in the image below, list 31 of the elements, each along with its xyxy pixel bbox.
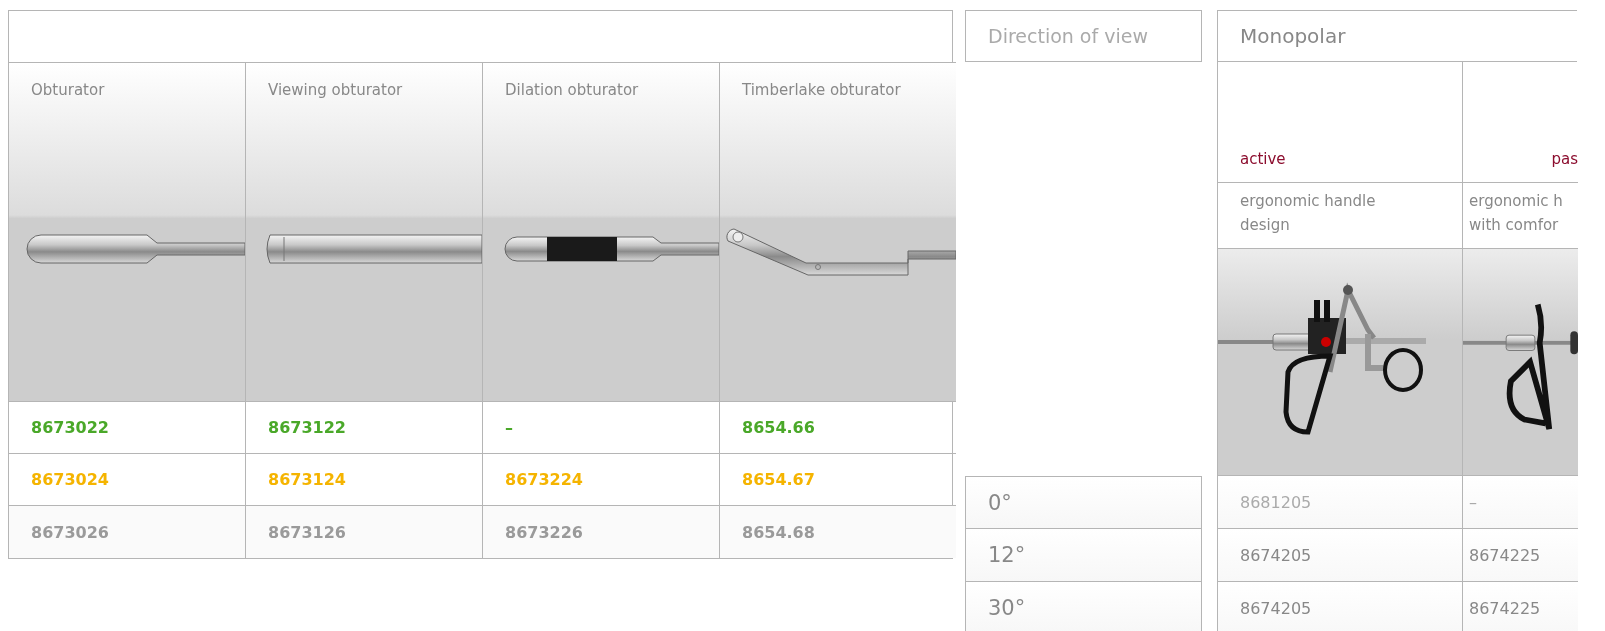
article-number: 8673126 [268, 522, 346, 542]
description-text: ergonomic handle design [1240, 191, 1376, 236]
article-number: – [1469, 492, 1477, 512]
article-number: – [505, 418, 513, 437]
article-number: 8681205 [1240, 492, 1312, 512]
description-text: ergonomic h with comfor [1469, 191, 1563, 236]
column-header: Dilation obturator [504, 80, 640, 101]
mode-label: pas [1551, 150, 1578, 168]
article-number: 8674225 [1469, 598, 1541, 618]
article-number: 8674225 [1469, 545, 1541, 565]
article-number: 8673226 [505, 522, 583, 542]
article-number: 8673124 [268, 470, 346, 489]
mode-label: active [1240, 150, 1286, 168]
view-angle: 0° [965, 476, 1202, 529]
column-header: Timberlake obturator [741, 80, 902, 101]
article-number: 8674205 [1240, 598, 1312, 618]
column-header: Obturator [30, 80, 106, 101]
article-number: 8654.66 [742, 418, 815, 437]
article-number: 8673224 [505, 470, 583, 489]
article-number: 8673026 [31, 522, 109, 542]
column-header: Viewing obturator [267, 80, 404, 101]
article-number: 8654.68 [742, 522, 815, 542]
article-number: 8673024 [31, 470, 109, 489]
view-angle: 30° [965, 582, 1202, 631]
article-number: 8673122 [268, 418, 346, 437]
column-header: Direction of view [965, 10, 1202, 62]
article-number: 8654.67 [742, 470, 815, 489]
article-number: 8674205 [1240, 545, 1312, 565]
view-angle: 12° [965, 529, 1202, 582]
article-number: 8673022 [31, 418, 109, 437]
section-header: Monopolar [1217, 10, 1577, 62]
